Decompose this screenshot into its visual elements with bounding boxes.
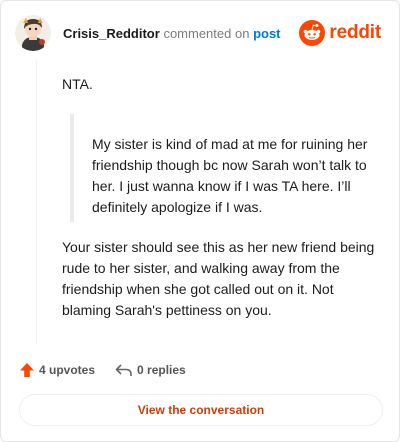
reddit-logo-icon	[299, 20, 326, 46]
comment-paragraph-2: Your sister should see this as her new f…	[62, 239, 375, 318]
comment-card: Crisis_Redditor commented on post reddit…	[0, 0, 400, 442]
author-username[interactable]: Crisis_Redditor	[63, 26, 160, 41]
upvote-count: 4 upvotes	[39, 363, 96, 377]
blockquote: My sister is kind of mad at me for ruini…	[70, 114, 370, 222]
reply-count: 0 replies	[137, 363, 186, 377]
view-conversation-button[interactable]: View the conversation	[19, 394, 383, 426]
thread-line[interactable]	[36, 61, 37, 344]
upvote-button[interactable]: 4 upvotes	[19, 362, 95, 378]
post-link[interactable]: post	[253, 26, 280, 41]
comment-actions: 4 upvotes 0 replies	[19, 359, 186, 381]
action-text: commented on	[163, 26, 250, 41]
comment-paragraph-1: NTA.	[62, 76, 93, 92]
reply-button[interactable]: 0 replies	[115, 362, 186, 378]
comment-byline: Crisis_Redditor commented on post	[63, 26, 281, 41]
reddit-brand[interactable]: reddit	[299, 19, 381, 47]
reply-arrow-icon	[115, 364, 132, 376]
comment-header: Crisis_Redditor commented on post reddit	[15, 15, 385, 51]
upvote-arrow-icon	[20, 363, 34, 377]
reddit-wordmark: reddit	[329, 22, 381, 43]
blockquote-text: My sister is kind of mad at me for ruini…	[92, 136, 368, 215]
avatar-icon[interactable]	[15, 15, 51, 51]
